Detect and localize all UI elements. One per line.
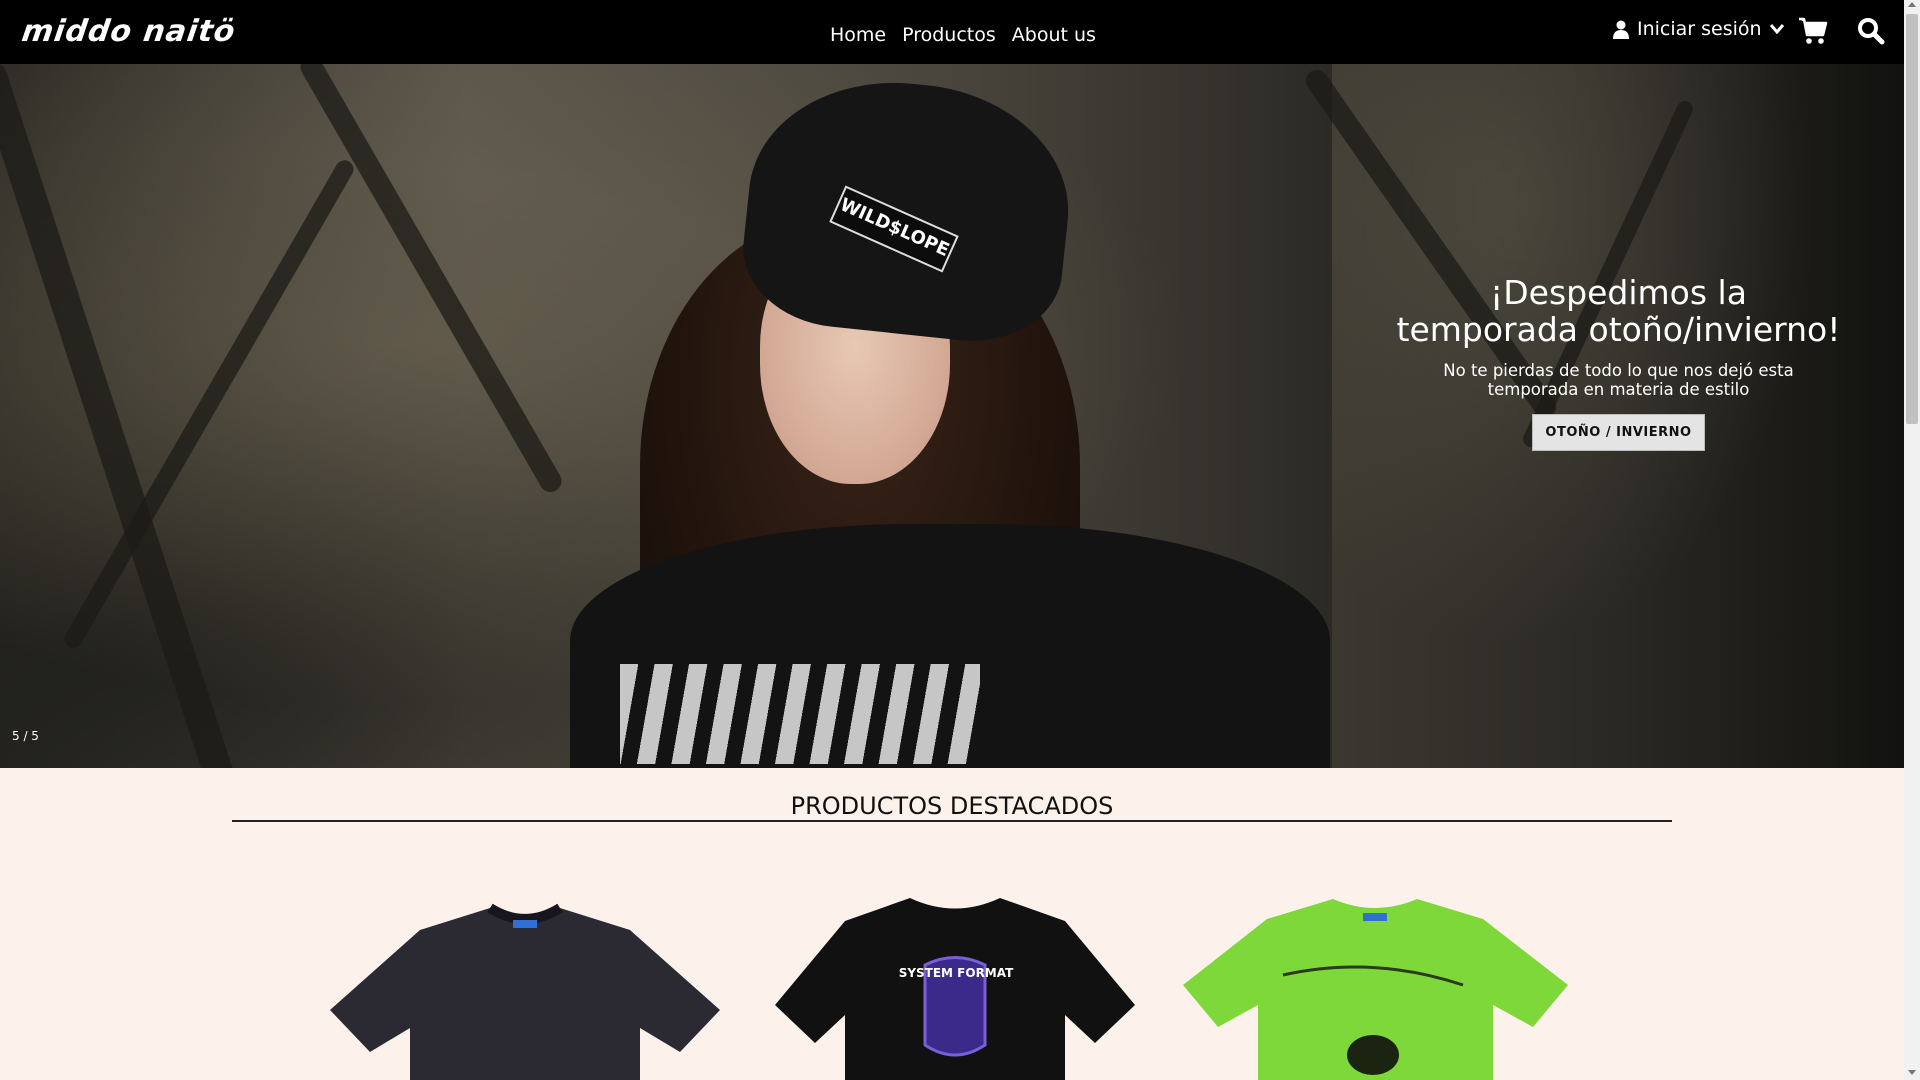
nav-home-link[interactable]: Home — [830, 24, 886, 46]
hero-title: ¡Despedimos la temporada otoño/invierno! — [1396, 273, 1841, 349]
product-card[interactable]: SYSTEM FORMAT — [775, 895, 1135, 1080]
top-navbar: middo naitö Home Productos About us Inic… — [0, 0, 1904, 64]
user-icon — [1613, 20, 1629, 39]
featured-section-title: PRODUCTOS DESTACADOS — [790, 792, 1114, 820]
hero-caption: ¡Despedimos la temporada otoño/invierno!… — [1396, 274, 1841, 451]
autumn-winter-button[interactable]: OTOÑO / INVIERNO — [1532, 414, 1705, 451]
cart-icon[interactable] — [1798, 17, 1828, 49]
hero-subtitle: No te pierdas de todo lo que nos dejó es… — [1443, 361, 1794, 399]
shirt-print — [620, 664, 980, 764]
section-divider — [232, 820, 1672, 822]
main-nav: Home Productos About us — [830, 24, 1096, 46]
login-label: Iniciar sesión — [1637, 18, 1762, 40]
search-icon[interactable] — [1857, 17, 1885, 49]
product-card[interactable] — [1183, 895, 1568, 1080]
system-format-print: SYSTEM FORMAT — [899, 966, 1014, 980]
slide-counter: 5 / 5 — [12, 729, 39, 743]
nav-productos-link[interactable]: Productos — [902, 24, 996, 46]
product-image-green-tee — [1183, 899, 1568, 1080]
login-dropdown[interactable]: Iniciar sesión — [1613, 18, 1784, 40]
brand-logo[interactable]: middo naitö — [19, 12, 238, 52]
nav-about-link[interactable]: About us — [1012, 24, 1096, 46]
product-image-washed-black-tee — [330, 903, 720, 1080]
product-card[interactable] — [330, 890, 720, 1080]
chevron-down-icon — [1769, 24, 1784, 34]
scroll-down-icon[interactable] — [1908, 1070, 1916, 1075]
product-image-system-format-tee: SYSTEM FORMAT — [775, 898, 1135, 1080]
scrollbar-thumb[interactable] — [1906, 14, 1918, 424]
scroll-up-icon[interactable] — [1908, 2, 1916, 7]
